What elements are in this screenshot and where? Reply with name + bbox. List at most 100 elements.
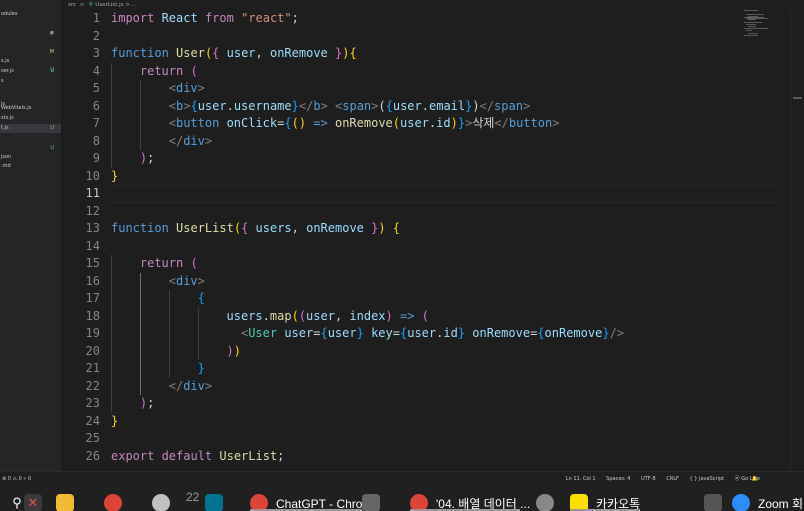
code-line[interactable]: 2 bbox=[62, 28, 804, 46]
explorer-item[interactable]: U bbox=[0, 144, 61, 153]
code-line[interactable]: 14 bbox=[62, 238, 804, 256]
code-text: )) bbox=[227, 343, 241, 361]
explorer-item[interactable]: ser.js U bbox=[0, 67, 61, 76]
code-token: { bbox=[284, 116, 292, 130]
code-text: import React from "react"; bbox=[111, 10, 299, 28]
code-line[interactable]: 12 bbox=[62, 203, 804, 221]
code-line[interactable]: 7 <button onClick={() => onRemove(user.id… bbox=[62, 115, 804, 133]
code-line[interactable]: 1 import React from "react"; bbox=[62, 10, 804, 28]
explorer-item[interactable]: sts.js bbox=[0, 114, 61, 123]
code-token: function bbox=[111, 221, 177, 235]
taskbar-camera[interactable]: ✕ bbox=[24, 486, 46, 511]
taskbar-zoom[interactable]: Zoom 회 bbox=[732, 486, 804, 511]
code-token: user bbox=[407, 326, 437, 340]
breadcrumb-folder[interactable]: src bbox=[68, 2, 76, 8]
code-line[interactable]: 20)) bbox=[62, 342, 804, 361]
code-line[interactable]: 11 bbox=[62, 185, 804, 203]
code-token: , bbox=[334, 308, 350, 323]
taskbar-file-explorer[interactable] bbox=[56, 486, 78, 511]
indent-guide bbox=[197, 325, 199, 343]
explorer-item-label: .md bbox=[1, 163, 11, 169]
taskbar-mysql-workbench[interactable] bbox=[205, 486, 227, 511]
explorer-item[interactable]: odules bbox=[0, 10, 61, 19]
explorer-item[interactable]: s.js bbox=[0, 57, 61, 66]
code-token: 삭제 bbox=[472, 116, 495, 130]
code-line[interactable]: 19 <User user={user} key={user.id} onRem… bbox=[62, 325, 804, 343]
code-token: { bbox=[537, 326, 545, 340]
code-line[interactable]: 24} bbox=[62, 413, 804, 431]
vertical-scrollbar[interactable] bbox=[790, 10, 804, 471]
code-token: ( bbox=[298, 308, 307, 323]
code-token: ) bbox=[472, 98, 480, 113]
code-line[interactable]: 22 </div> bbox=[62, 377, 804, 395]
taskbar-chrome-array[interactable]: '04. 배열 데이터 ... bbox=[410, 486, 540, 511]
scrollbar-cursor-marker bbox=[793, 97, 802, 99]
minimap[interactable] bbox=[744, 10, 784, 50]
explorer-item[interactable]: json bbox=[0, 153, 61, 162]
code-text: return ( bbox=[140, 63, 198, 81]
screen-icon bbox=[704, 494, 722, 511]
file-explorer-icon bbox=[56, 494, 74, 511]
explorer-item[interactable]: t.js U bbox=[0, 124, 61, 133]
code-text: } bbox=[198, 360, 205, 378]
code-token: </ bbox=[494, 116, 509, 130]
explorer-item-label: WebVitals.js bbox=[1, 105, 32, 111]
code-line[interactable]: 13 function UserList({ users, onRemove })… bbox=[62, 220, 804, 238]
code-line[interactable]: 3 function User({ user, onRemove }){ bbox=[62, 45, 804, 63]
camera-icon: ✕ bbox=[24, 494, 42, 511]
code-line[interactable]: 26 export default UserList; bbox=[62, 448, 804, 466]
explorer-item[interactable]: WebVitals.js bbox=[0, 104, 61, 113]
code-token: ; bbox=[291, 11, 299, 25]
code-line[interactable]: 8 </div> bbox=[62, 132, 804, 150]
taskbar-document[interactable] bbox=[362, 486, 384, 511]
line-number: 11 bbox=[85, 186, 100, 200]
taskbar-screen[interactable] bbox=[704, 486, 726, 511]
end-of-line[interactable]: CRLF bbox=[666, 476, 679, 482]
taskbar-emoji[interactable] bbox=[536, 486, 558, 511]
code-token: => bbox=[399, 308, 422, 323]
explorer-item-label: ser.js bbox=[1, 68, 14, 74]
code-line[interactable]: 4 return ( bbox=[62, 62, 804, 81]
code-line[interactable]: 17 { bbox=[62, 290, 804, 308]
code-token: < bbox=[168, 98, 176, 113]
breadcrumb-file[interactable]: UserList.js bbox=[95, 2, 123, 8]
code-token: ( bbox=[378, 98, 386, 113]
explorer-item[interactable]: ● bbox=[0, 29, 61, 38]
taskbar-kakaotalk[interactable]: 카카오톡 bbox=[570, 486, 660, 511]
minimap-line bbox=[746, 24, 756, 25]
indent-guide bbox=[139, 272, 141, 290]
problems-indicator[interactable]: ⊗ 0 ⚠ 0 ⑂ 0 bbox=[2, 472, 31, 486]
cursor-position[interactable]: Ln 11, Col 1 bbox=[566, 476, 596, 482]
code-line[interactable]: 10} bbox=[62, 168, 804, 186]
code-line[interactable]: 25 bbox=[62, 430, 804, 448]
breadcrumb-tail[interactable]: > ... bbox=[125, 2, 137, 8]
code-token: < bbox=[168, 116, 176, 130]
indent-guide bbox=[139, 80, 141, 98]
code-token: User bbox=[248, 326, 285, 340]
code-line[interactable]: 6 <b>{user.username}</b> <span>({user.ema… bbox=[62, 97, 804, 115]
code-token: } bbox=[197, 361, 205, 375]
line-number: 23 bbox=[85, 396, 100, 410]
code-line[interactable]: 9); bbox=[62, 150, 804, 168]
code-line[interactable]: 23); bbox=[62, 395, 804, 413]
explorer-item[interactable]: s bbox=[0, 77, 61, 86]
bell-icon[interactable]: 🔔 bbox=[752, 472, 758, 486]
explorer-item[interactable]: M bbox=[0, 48, 61, 57]
code-line[interactable]: 18 users.map((user, index) => ( bbox=[62, 307, 804, 325]
code-line[interactable]: 16 <div> bbox=[62, 272, 804, 290]
taskbar-chrome[interactable] bbox=[104, 486, 126, 511]
encoding[interactable]: UTF-8 bbox=[641, 476, 656, 482]
line-number: 22 bbox=[85, 378, 100, 393]
code-token: onRemove bbox=[269, 46, 328, 60]
code-line[interactable]: 5 <div> bbox=[62, 80, 804, 98]
explorer-item[interactable]: .md bbox=[0, 162, 61, 171]
language-mode[interactable]: { } JavaScript bbox=[689, 476, 724, 482]
explorer-item-label: sts.js bbox=[1, 115, 14, 121]
code-line[interactable]: 15 return ( bbox=[62, 255, 804, 273]
code-editor[interactable]: 1 import React from "react"; 2 3 function Us… bbox=[62, 10, 804, 471]
code-token: } bbox=[327, 46, 343, 60]
code-line[interactable]: 21} bbox=[62, 360, 804, 378]
indent-guide bbox=[111, 307, 112, 325]
indentation[interactable]: Spaces: 4 bbox=[606, 476, 630, 482]
taskbar-app[interactable]: 22 bbox=[152, 486, 199, 511]
